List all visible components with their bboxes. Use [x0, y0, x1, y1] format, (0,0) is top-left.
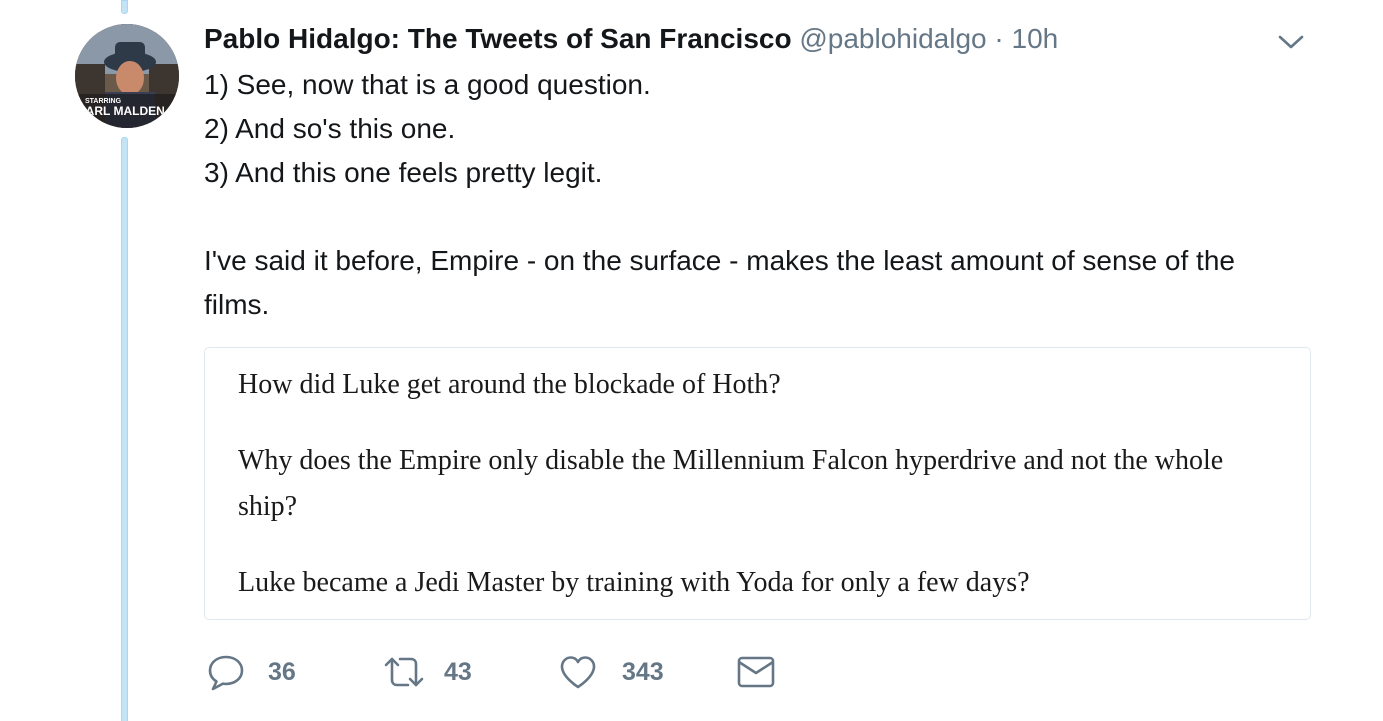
thread-line [121, 137, 128, 721]
heart-icon [558, 652, 598, 692]
timestamp[interactable]: 10h [1012, 23, 1059, 54]
retweet-button[interactable]: 43 [382, 652, 472, 692]
retweet-icon [382, 652, 426, 692]
reply-button[interactable]: 36 [206, 652, 296, 692]
retweet-count: 43 [444, 657, 472, 686]
avatar-image: STARRING KARL MALDEN [75, 24, 179, 128]
tweet-text-line: 2) And so's this one. [204, 113, 456, 144]
reply-icon [206, 652, 246, 692]
tweet[interactable]: STARRING KARL MALDEN Pablo Hidalgo: The … [0, 0, 1383, 721]
user-handle[interactable]: @pablohidalgo [799, 23, 986, 54]
tweet-text-line: 1) See, now that is a good question. [204, 69, 651, 100]
envelope-icon [736, 652, 776, 692]
avatar[interactable]: STARRING KARL MALDEN [75, 24, 179, 128]
reply-count: 36 [268, 657, 296, 686]
tweet-text: 1) See, now that is a good question. 2) … [204, 63, 1304, 327]
like-button[interactable]: 343 [558, 652, 664, 692]
tweet-actions: 36 43 343 [206, 652, 806, 692]
image-text-line: How did Luke get around the blockade of … [238, 369, 781, 400]
display-name[interactable]: Pablo Hidalgo: The Tweets of San Francis… [204, 23, 792, 54]
thread-line-top [121, 0, 128, 14]
image-text-line: Luke became a Jedi Master by training wi… [238, 567, 1030, 598]
image-text-line: Why does the Empire only disable the Mil… [238, 445, 1224, 522]
direct-message-button[interactable] [736, 652, 776, 692]
tweet-text-paragraph: I've said it before, Empire - on the sur… [204, 245, 1235, 320]
separator-dot: · [994, 23, 1004, 54]
tweet-text-line: 3) And this one feels pretty legit. [204, 157, 603, 188]
attached-image[interactable]: How did Luke get around the blockade of … [204, 347, 1311, 620]
avatar-caption-large: KARL MALDEN [77, 104, 165, 118]
tweet-header: Pablo Hidalgo: The Tweets of San Francis… [204, 20, 1058, 60]
chevron-down-icon[interactable] [1276, 32, 1306, 52]
like-count: 343 [622, 657, 664, 686]
attached-image-text: How did Luke get around the blockade of … [238, 362, 1278, 606]
